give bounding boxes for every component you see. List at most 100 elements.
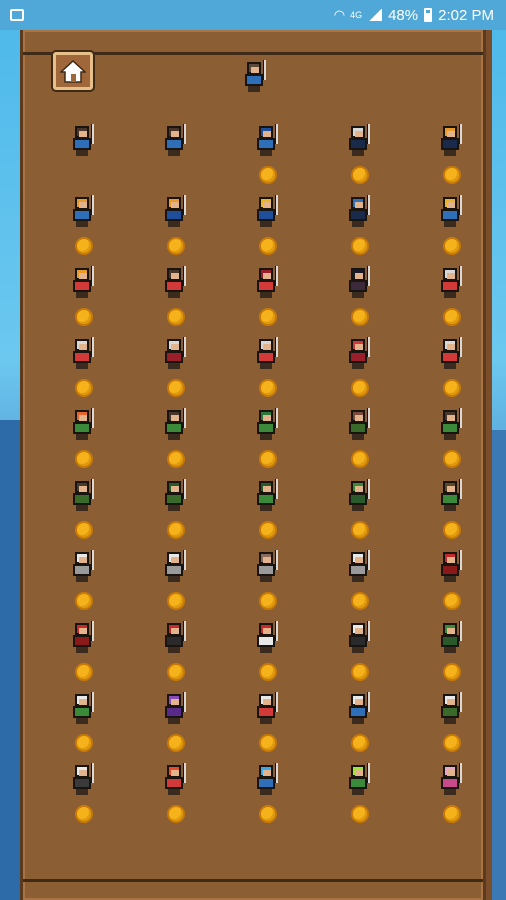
hero-card[interactable]	[45, 124, 137, 190]
hero-card[interactable]	[229, 337, 321, 403]
hero-legs	[168, 505, 180, 511]
hero-body	[73, 777, 91, 789]
hero-card[interactable]	[413, 195, 505, 261]
hero-card[interactable]	[45, 479, 137, 545]
hero-card[interactable]	[413, 763, 505, 829]
hero-card[interactable]	[137, 692, 229, 758]
hero-weapon	[183, 692, 186, 712]
hero-card[interactable]	[321, 621, 413, 687]
coin-icon	[351, 663, 369, 681]
hero-legs	[168, 647, 180, 653]
hero-body	[257, 209, 275, 221]
coin-icon	[351, 592, 369, 610]
hero-card[interactable]	[413, 550, 505, 616]
coin-icon	[443, 450, 461, 468]
hero-body	[73, 706, 91, 718]
hero-face	[171, 202, 179, 208]
hero-legs	[168, 150, 180, 156]
hero-face	[263, 415, 271, 421]
hero-weapon	[91, 763, 94, 783]
hero-weapon	[275, 124, 278, 144]
hero-body	[165, 351, 183, 363]
coin-icon	[75, 592, 93, 610]
hero-face	[447, 486, 455, 492]
hero-card[interactable]	[321, 550, 413, 616]
hero-card[interactable]	[413, 124, 505, 190]
hero-card[interactable]	[137, 479, 229, 545]
hero-card[interactable]	[229, 266, 321, 332]
hero-face	[447, 699, 455, 705]
hero-weapon	[367, 337, 370, 357]
hero-card[interactable]	[229, 763, 321, 829]
hero-card[interactable]	[229, 550, 321, 616]
hero-legs	[168, 363, 180, 369]
hero-card[interactable]	[137, 408, 229, 474]
hero-card[interactable]	[413, 479, 505, 545]
hero-body	[73, 635, 91, 647]
hero-card[interactable]	[229, 408, 321, 474]
hero-legs	[444, 221, 456, 227]
hero-card[interactable]	[229, 124, 321, 190]
coin-icon	[75, 379, 93, 397]
hero-card[interactable]	[229, 692, 321, 758]
hero-card[interactable]	[321, 479, 413, 545]
hero-legs	[444, 789, 456, 795]
hero-weapon	[183, 266, 186, 286]
hero-legs	[352, 576, 364, 582]
home-button[interactable]	[53, 52, 93, 90]
coin-icon	[75, 663, 93, 681]
hero-card[interactable]	[45, 621, 137, 687]
hero-card[interactable]	[321, 266, 413, 332]
hero-sprite	[67, 479, 99, 513]
hero-body	[257, 706, 275, 718]
hero-card[interactable]	[321, 763, 413, 829]
hero-card[interactable]	[229, 479, 321, 545]
hero-card[interactable]	[45, 337, 137, 403]
hero-sprite	[67, 124, 99, 158]
hero-card[interactable]	[45, 763, 137, 829]
hero-card[interactable]	[321, 408, 413, 474]
hero-legs	[444, 647, 456, 653]
hero-weapon	[367, 266, 370, 286]
hero-card[interactable]	[137, 266, 229, 332]
home-icon	[60, 59, 86, 83]
hero-weapon	[367, 763, 370, 783]
hero-sprite	[67, 692, 99, 726]
hero-sprite	[435, 408, 467, 442]
hero-card[interactable]	[137, 124, 229, 190]
hero-card[interactable]	[45, 692, 137, 758]
hero-card[interactable]	[413, 266, 505, 332]
hero-card[interactable]	[321, 692, 413, 758]
hero-card[interactable]	[45, 195, 137, 261]
hero-weapon	[91, 550, 94, 570]
hero-weapon	[275, 266, 278, 286]
hero-legs	[352, 150, 364, 156]
hero-card[interactable]	[45, 550, 137, 616]
hero-weapon	[183, 337, 186, 357]
hero-card[interactable]	[137, 337, 229, 403]
hero-card[interactable]	[137, 621, 229, 687]
hero-card[interactable]	[321, 337, 413, 403]
hero-card[interactable]	[229, 195, 321, 261]
hero-face	[355, 486, 363, 492]
hero-card[interactable]	[137, 550, 229, 616]
hero-card[interactable]	[413, 337, 505, 403]
coin-icon	[259, 805, 277, 823]
hero-card[interactable]	[137, 195, 229, 261]
hero-card[interactable]	[413, 621, 505, 687]
hero-sprite	[435, 550, 467, 584]
hero-body	[165, 777, 183, 789]
hero-card[interactable]	[321, 195, 413, 261]
hero-sprite	[67, 195, 99, 229]
hero-card[interactable]	[45, 266, 137, 332]
hero-weapon	[263, 60, 266, 80]
hero-face	[447, 628, 455, 634]
coin-icon	[259, 308, 277, 326]
hero-card[interactable]	[229, 621, 321, 687]
hero-card[interactable]	[413, 692, 505, 758]
hero-card[interactable]	[321, 124, 413, 190]
hero-face	[171, 344, 179, 350]
hero-card[interactable]	[413, 408, 505, 474]
hero-card[interactable]	[137, 763, 229, 829]
hero-card[interactable]	[45, 408, 137, 474]
